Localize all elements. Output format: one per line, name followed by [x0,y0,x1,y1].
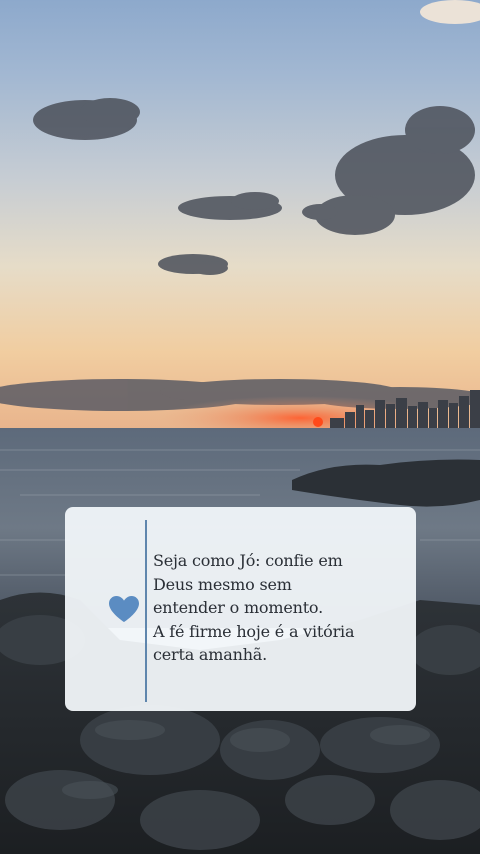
quote-divider [145,520,147,702]
background-photo [0,0,480,854]
quote-line: certa amanhã. [153,645,268,664]
quote-text: Seja como Jó: confie em Deus mesmo sem e… [153,549,408,667]
quote-line: A fé firme hoje é a vitória [153,621,355,641]
quote-card: Seja como Jó: confie em Deus mesmo sem e… [65,507,416,711]
quote-line: Seja como Jó: confie em [153,551,343,570]
heart-icon [108,595,140,623]
quote-line: entender o momento. [153,598,323,617]
quote-line: Deus mesmo sem [153,574,292,594]
